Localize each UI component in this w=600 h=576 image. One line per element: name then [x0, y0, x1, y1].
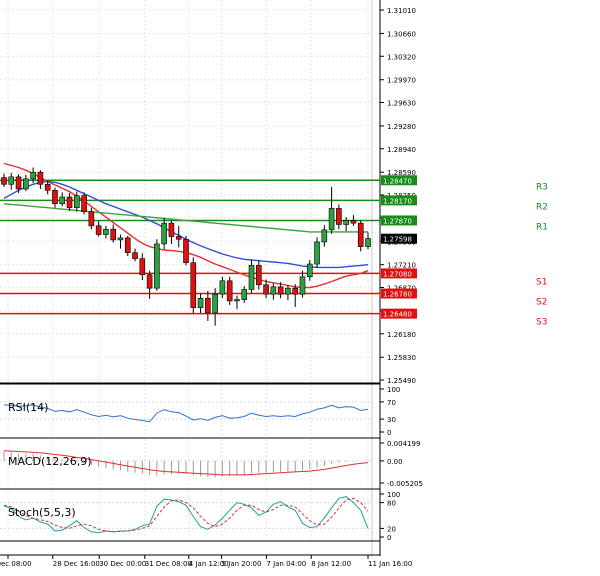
- bullish-candle: [154, 243, 160, 289]
- time-tick-label: 30 Dec 00:00: [99, 560, 146, 568]
- bullish-candle: [328, 208, 335, 231]
- bullish-candle: [117, 237, 124, 241]
- bearish-candle: [52, 190, 58, 205]
- bearish-candle: [175, 236, 182, 240]
- bearish-candle: [168, 222, 175, 237]
- bullish-candle: [285, 287, 291, 295]
- moving-average-line: [3, 162, 369, 289]
- bullish-candle: [248, 265, 255, 290]
- bearish-candle: [292, 287, 299, 295]
- indicator-name: RSI(14): [8, 401, 48, 414]
- bearish-candle: [226, 280, 233, 302]
- level-name-s3: S3: [536, 318, 547, 328]
- indicator-tick-label: 100: [387, 386, 400, 394]
- bearish-candle: [183, 238, 189, 263]
- price-tick-label: 1.30320: [387, 53, 416, 61]
- bullish-candle: [219, 280, 226, 295]
- time-tick-label: 28 Dec 16:00: [53, 560, 100, 568]
- level-name-s1: S1: [536, 277, 547, 287]
- time-tick-label: 27 Dec 08:00: [0, 560, 32, 568]
- indicator-tick-label: 0.004199: [387, 440, 420, 448]
- price-tick-label: 1.29630: [387, 100, 416, 108]
- indicator-tick-label: 100: [387, 491, 400, 499]
- indicator-tick-label: 0: [387, 534, 391, 542]
- indicator-tick-label: 70: [387, 399, 396, 407]
- bearish-candle: [277, 286, 284, 295]
- time-tick-label: 11 Jan 16:00: [368, 560, 412, 568]
- bearish-candle: [66, 196, 73, 209]
- level-price-label: 1.26780: [383, 291, 412, 299]
- bullish-candle: [270, 286, 277, 295]
- bearish-candle: [139, 258, 146, 276]
- indicator-tick-label: 80: [387, 500, 396, 508]
- chart-canvas: 1.31010 1.30660 1.30320 1.29970 1.29630 1.292…: [0, 0, 548, 568]
- level-price-label: 1.27870: [383, 217, 412, 225]
- bullish-candle: [103, 228, 109, 235]
- bullish-candle: [321, 229, 328, 243]
- price-tick-label: 1.25830: [387, 354, 416, 362]
- level-price-label: 1.26480: [383, 311, 412, 319]
- price-tick-label: 1.29970: [387, 77, 416, 85]
- bullish-candle: [299, 276, 306, 295]
- bullish-candle: [30, 171, 36, 180]
- level-price-label: 1.28470: [383, 177, 412, 185]
- level-name-r2: R2: [536, 202, 548, 212]
- bearish-candle: [190, 262, 197, 308]
- indicator-tick-label: 0.00: [387, 458, 403, 466]
- bearish-candle: [336, 208, 342, 225]
- bearish-candle: [350, 220, 357, 224]
- bullish-candle: [8, 176, 15, 185]
- bearish-candle: [110, 228, 116, 241]
- time-tick-label: 7 Jan 04:00: [266, 560, 306, 568]
- bearish-candle: [88, 211, 95, 227]
- time-tick-label: 5 Jan 20:00: [222, 560, 262, 568]
- price-tick-label: 1.29280: [387, 123, 416, 131]
- bullish-candle: [161, 222, 167, 245]
- bearish-candle: [263, 284, 269, 295]
- level-name-s2: S2: [536, 298, 547, 308]
- bearish-candle: [132, 252, 138, 259]
- price-tick-label: 1.31010: [387, 7, 416, 15]
- price-tick-label: 1.30660: [387, 30, 416, 38]
- bullish-candle: [234, 299, 240, 302]
- level-price-label: 1.28170: [383, 197, 412, 205]
- bearish-candle: [357, 222, 364, 247]
- indicator-tick-label: 30: [387, 416, 396, 424]
- bullish-candle: [343, 220, 349, 225]
- bearish-candle: [15, 176, 22, 190]
- indicator-name: MACD(12,26,9): [8, 455, 92, 468]
- time-tick-label: 8 Jan 12:00: [311, 560, 351, 568]
- price-tick-label: 1.25490: [387, 377, 416, 385]
- level-price-label: 1.27080: [383, 270, 412, 278]
- bullish-candle: [212, 293, 218, 314]
- bullish-candle: [59, 196, 66, 205]
- bearish-candle: [1, 177, 7, 185]
- bearish-candle: [205, 297, 211, 314]
- bullish-candle: [365, 238, 371, 247]
- bearish-candle: [81, 195, 87, 213]
- price-tick-label: 1.26180: [387, 331, 416, 339]
- forex-chart: 1.31010 1.30660 1.30320 1.29970 1.29630 1.292…: [0, 0, 600, 572]
- bullish-candle: [314, 241, 320, 265]
- bullish-candle: [197, 297, 204, 308]
- level-name-r3: R3: [536, 182, 548, 192]
- level-name-r1: R1: [536, 222, 548, 232]
- bullish-candle: [23, 178, 29, 190]
- bearish-candle: [37, 171, 44, 185]
- bearish-candle: [95, 225, 102, 235]
- bullish-candle: [306, 263, 313, 278]
- bearish-candle: [255, 265, 262, 286]
- bearish-candle: [44, 183, 51, 191]
- price-tick-label: 1.28940: [387, 146, 416, 154]
- indicator-tick-label: 0: [387, 429, 391, 437]
- bearish-candle: [124, 237, 131, 253]
- indicator-tick-label: 20: [387, 525, 396, 533]
- bullish-candle: [74, 195, 80, 209]
- bearish-candle: [146, 274, 153, 289]
- time-tick-label: 31 Dec 08:00: [145, 560, 192, 568]
- last-price-label: 1.27598: [383, 236, 412, 244]
- indicator-name: Stoch(5,5,3): [8, 506, 76, 519]
- indicator-tick-label: -0.005205: [387, 480, 423, 488]
- bullish-candle: [241, 289, 248, 300]
